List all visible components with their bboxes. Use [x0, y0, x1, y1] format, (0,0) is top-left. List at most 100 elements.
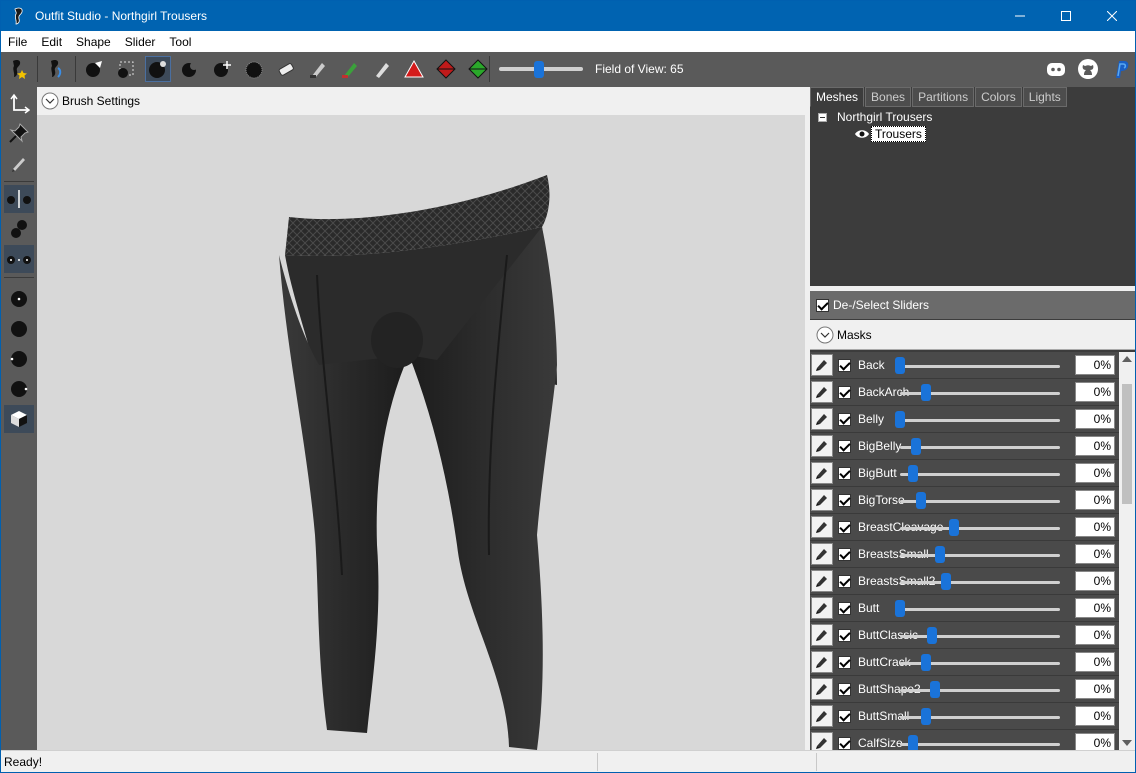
slider-track[interactable] — [900, 446, 1060, 449]
slider-checkbox[interactable] — [838, 710, 851, 723]
edit-slider-button[interactable] — [811, 462, 833, 484]
slider-value-field[interactable]: 0% — [1075, 652, 1115, 672]
pivot-tool-button[interactable] — [4, 119, 34, 147]
slider-thumb[interactable] — [920, 384, 931, 401]
slider-checkbox[interactable] — [838, 548, 851, 561]
discord-button[interactable] — [1043, 56, 1069, 82]
paypal-button[interactable] — [1107, 56, 1133, 82]
slider-track[interactable] — [900, 554, 1060, 557]
tab-bones[interactable]: Bones — [865, 87, 912, 107]
menu-tool[interactable]: Tool — [162, 35, 198, 49]
slider-track[interactable] — [900, 743, 1060, 746]
slider-checkbox[interactable] — [838, 656, 851, 669]
transform-tool-button[interactable] — [4, 89, 34, 117]
scroll-up-icon[interactable] — [1122, 356, 1132, 362]
tree-child-item[interactable]: Trousers — [854, 126, 926, 142]
slider-checkbox[interactable] — [838, 494, 851, 507]
slider-track[interactable] — [900, 608, 1060, 611]
tab-lights[interactable]: Lights — [1022, 87, 1067, 107]
slider-track[interactable] — [900, 473, 1060, 476]
3d-viewport[interactable] — [37, 115, 805, 750]
edit-slider-button[interactable] — [811, 678, 833, 700]
tree-root-item[interactable]: Northgirl Trousers — [818, 110, 932, 124]
deselect-sliders-row[interactable]: De-/Select Sliders — [810, 291, 1135, 319]
slider-track[interactable] — [900, 581, 1060, 584]
slider-thumb[interactable] — [895, 411, 905, 428]
slider-checkbox[interactable] — [838, 521, 851, 534]
close-button[interactable] — [1089, 1, 1135, 31]
slider-value-field[interactable]: 0% — [1075, 625, 1115, 645]
slider-track[interactable] — [900, 419, 1060, 422]
menu-file[interactable]: File — [1, 35, 34, 49]
slider-thumb[interactable] — [930, 681, 941, 698]
slider-value-field[interactable]: 0% — [1075, 517, 1115, 537]
symmetry-x-button[interactable] — [4, 185, 34, 213]
slider-value-field[interactable]: 0% — [1075, 571, 1115, 591]
edit-slider-button[interactable] — [811, 354, 833, 376]
undiff-brush-button[interactable] — [273, 56, 299, 82]
menu-shape[interactable]: Shape — [69, 35, 118, 49]
move-brush-button[interactable] — [209, 56, 235, 82]
github-button[interactable] — [1075, 56, 1101, 82]
new-project-button[interactable] — [5, 56, 31, 82]
slider-track[interactable] — [900, 365, 1060, 368]
deflate-brush-button[interactable] — [177, 56, 203, 82]
edit-slider-button[interactable] — [811, 570, 833, 592]
slider-checkbox[interactable] — [838, 359, 851, 372]
slider-checkbox[interactable] — [838, 575, 851, 588]
edit-slider-button[interactable] — [811, 651, 833, 673]
slider-value-field[interactable]: 0% — [1075, 409, 1115, 429]
weight-brush-button[interactable] — [337, 56, 363, 82]
slider-checkbox[interactable] — [838, 440, 851, 453]
slider-checkbox[interactable] — [838, 629, 851, 642]
collapse-icon[interactable] — [818, 112, 827, 122]
edit-slider-button[interactable] — [811, 543, 833, 565]
slider-thumb[interactable] — [915, 492, 926, 509]
slider-checkbox[interactable] — [838, 602, 851, 615]
edit-slider-button[interactable] — [811, 381, 833, 403]
brush-settings-bar[interactable]: Brush Settings — [37, 87, 805, 115]
slider-thumb[interactable] — [895, 357, 905, 374]
slider-value-field[interactable]: 0% — [1075, 598, 1115, 618]
tab-colors[interactable]: Colors — [975, 87, 1022, 107]
load-outfit-button[interactable] — [43, 56, 69, 82]
transform-z-button[interactable] — [465, 56, 491, 82]
minimize-button[interactable] — [997, 1, 1043, 31]
slider-checkbox[interactable] — [838, 386, 851, 399]
slider-value-field[interactable]: 0% — [1075, 733, 1115, 750]
vertex-edit-button[interactable] — [4, 149, 34, 177]
slider-list-scrollbar[interactable] — [1119, 352, 1135, 750]
smooth-brush-button[interactable] — [241, 56, 267, 82]
edit-slider-button[interactable] — [811, 732, 833, 750]
slider-value-field[interactable]: 0% — [1075, 355, 1115, 375]
slider-checkbox[interactable] — [838, 413, 851, 426]
edit-slider-button[interactable] — [811, 624, 833, 646]
wireframe-toggle-button[interactable] — [4, 405, 34, 433]
slider-track[interactable] — [900, 635, 1060, 638]
tab-partitions[interactable]: Partitions — [912, 87, 975, 107]
menu-slider[interactable]: Slider — [118, 35, 163, 49]
brush-left-button[interactable] — [4, 345, 34, 373]
scroll-thumb[interactable] — [1122, 384, 1132, 504]
slider-thumb[interactable] — [907, 465, 918, 482]
slider-thumb[interactable] — [920, 654, 931, 671]
tab-meshes[interactable]: Meshes — [810, 87, 865, 107]
slider-thumb[interactable] — [911, 438, 921, 455]
slider-thumb[interactable] — [907, 735, 918, 750]
slider-checkbox[interactable] — [838, 737, 851, 750]
slider-value-field[interactable]: 0% — [1075, 679, 1115, 699]
scroll-down-icon[interactable] — [1122, 740, 1132, 746]
edit-slider-button[interactable] — [811, 597, 833, 619]
slider-thumb[interactable] — [935, 546, 945, 563]
deselect-sliders-checkbox[interactable] — [816, 298, 829, 312]
edit-slider-button[interactable] — [811, 408, 833, 430]
slider-thumb[interactable] — [920, 708, 931, 725]
slider-thumb[interactable] — [949, 519, 960, 536]
menu-edit[interactable]: Edit — [34, 35, 69, 49]
slider-thumb[interactable] — [927, 627, 937, 644]
box-select-button[interactable] — [113, 56, 139, 82]
slider-checkbox[interactable] — [838, 467, 851, 480]
slider-value-field[interactable]: 0% — [1075, 436, 1115, 456]
transform-y-button[interactable] — [433, 56, 459, 82]
field-of-view-thumb[interactable] — [534, 61, 544, 78]
